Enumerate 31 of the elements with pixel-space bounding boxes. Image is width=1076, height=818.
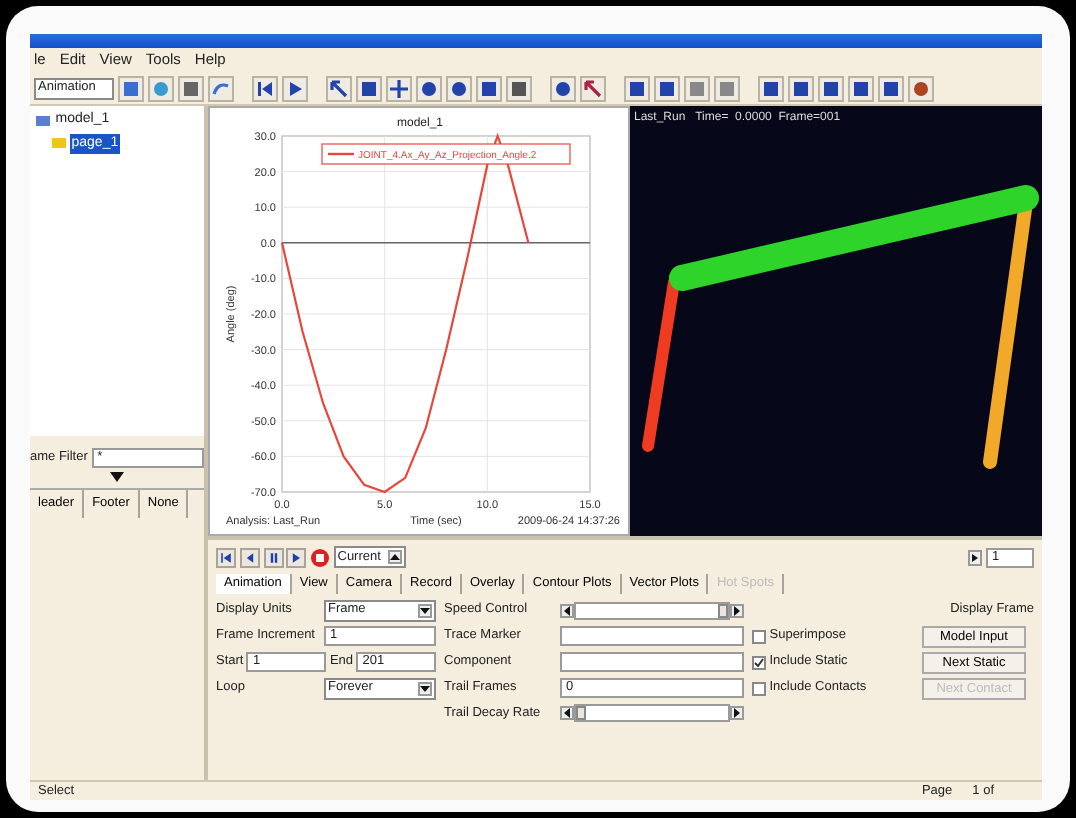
skip-back-icon[interactable] (252, 75, 278, 101)
undo-icon[interactable] (208, 75, 234, 101)
arrow-left-icon[interactable] (560, 603, 574, 618)
pause-button[interactable] (263, 547, 283, 567)
caret-icon[interactable] (418, 681, 432, 696)
stop-button[interactable] (310, 547, 330, 567)
trace-marker-field[interactable] (560, 626, 744, 647)
component-field[interactable] (560, 652, 744, 673)
arrow-left-icon[interactable] (560, 706, 574, 721)
pause-icon (265, 547, 281, 567)
checkbox[interactable] (752, 655, 766, 670)
arrow-right-icon[interactable] (968, 549, 983, 565)
decay-slider[interactable] (574, 704, 730, 723)
arrow-up-icon[interactable] (387, 550, 402, 564)
arrow-right-icon[interactable] (730, 706, 744, 721)
slider-thumb[interactable] (718, 603, 728, 618)
speed-slider[interactable] (574, 601, 730, 620)
dropdown-arrow-icon[interactable] (110, 472, 124, 482)
skip-back-icon (218, 547, 234, 567)
slider-thumb[interactable] (576, 706, 586, 721)
play-button[interactable] (286, 547, 307, 567)
sphere-icon[interactable] (550, 75, 576, 101)
model-icon (36, 113, 50, 128)
step-back-button[interactable] (239, 547, 260, 567)
caret-icon[interactable] (418, 603, 432, 618)
checkbox[interactable] (752, 681, 766, 696)
play-icon[interactable] (282, 75, 308, 101)
skip-back-button[interactable] (216, 547, 236, 567)
arrow-right-icon[interactable] (730, 603, 744, 618)
pointer-icon[interactable] (326, 75, 352, 101)
checkbox[interactable] (752, 629, 766, 644)
